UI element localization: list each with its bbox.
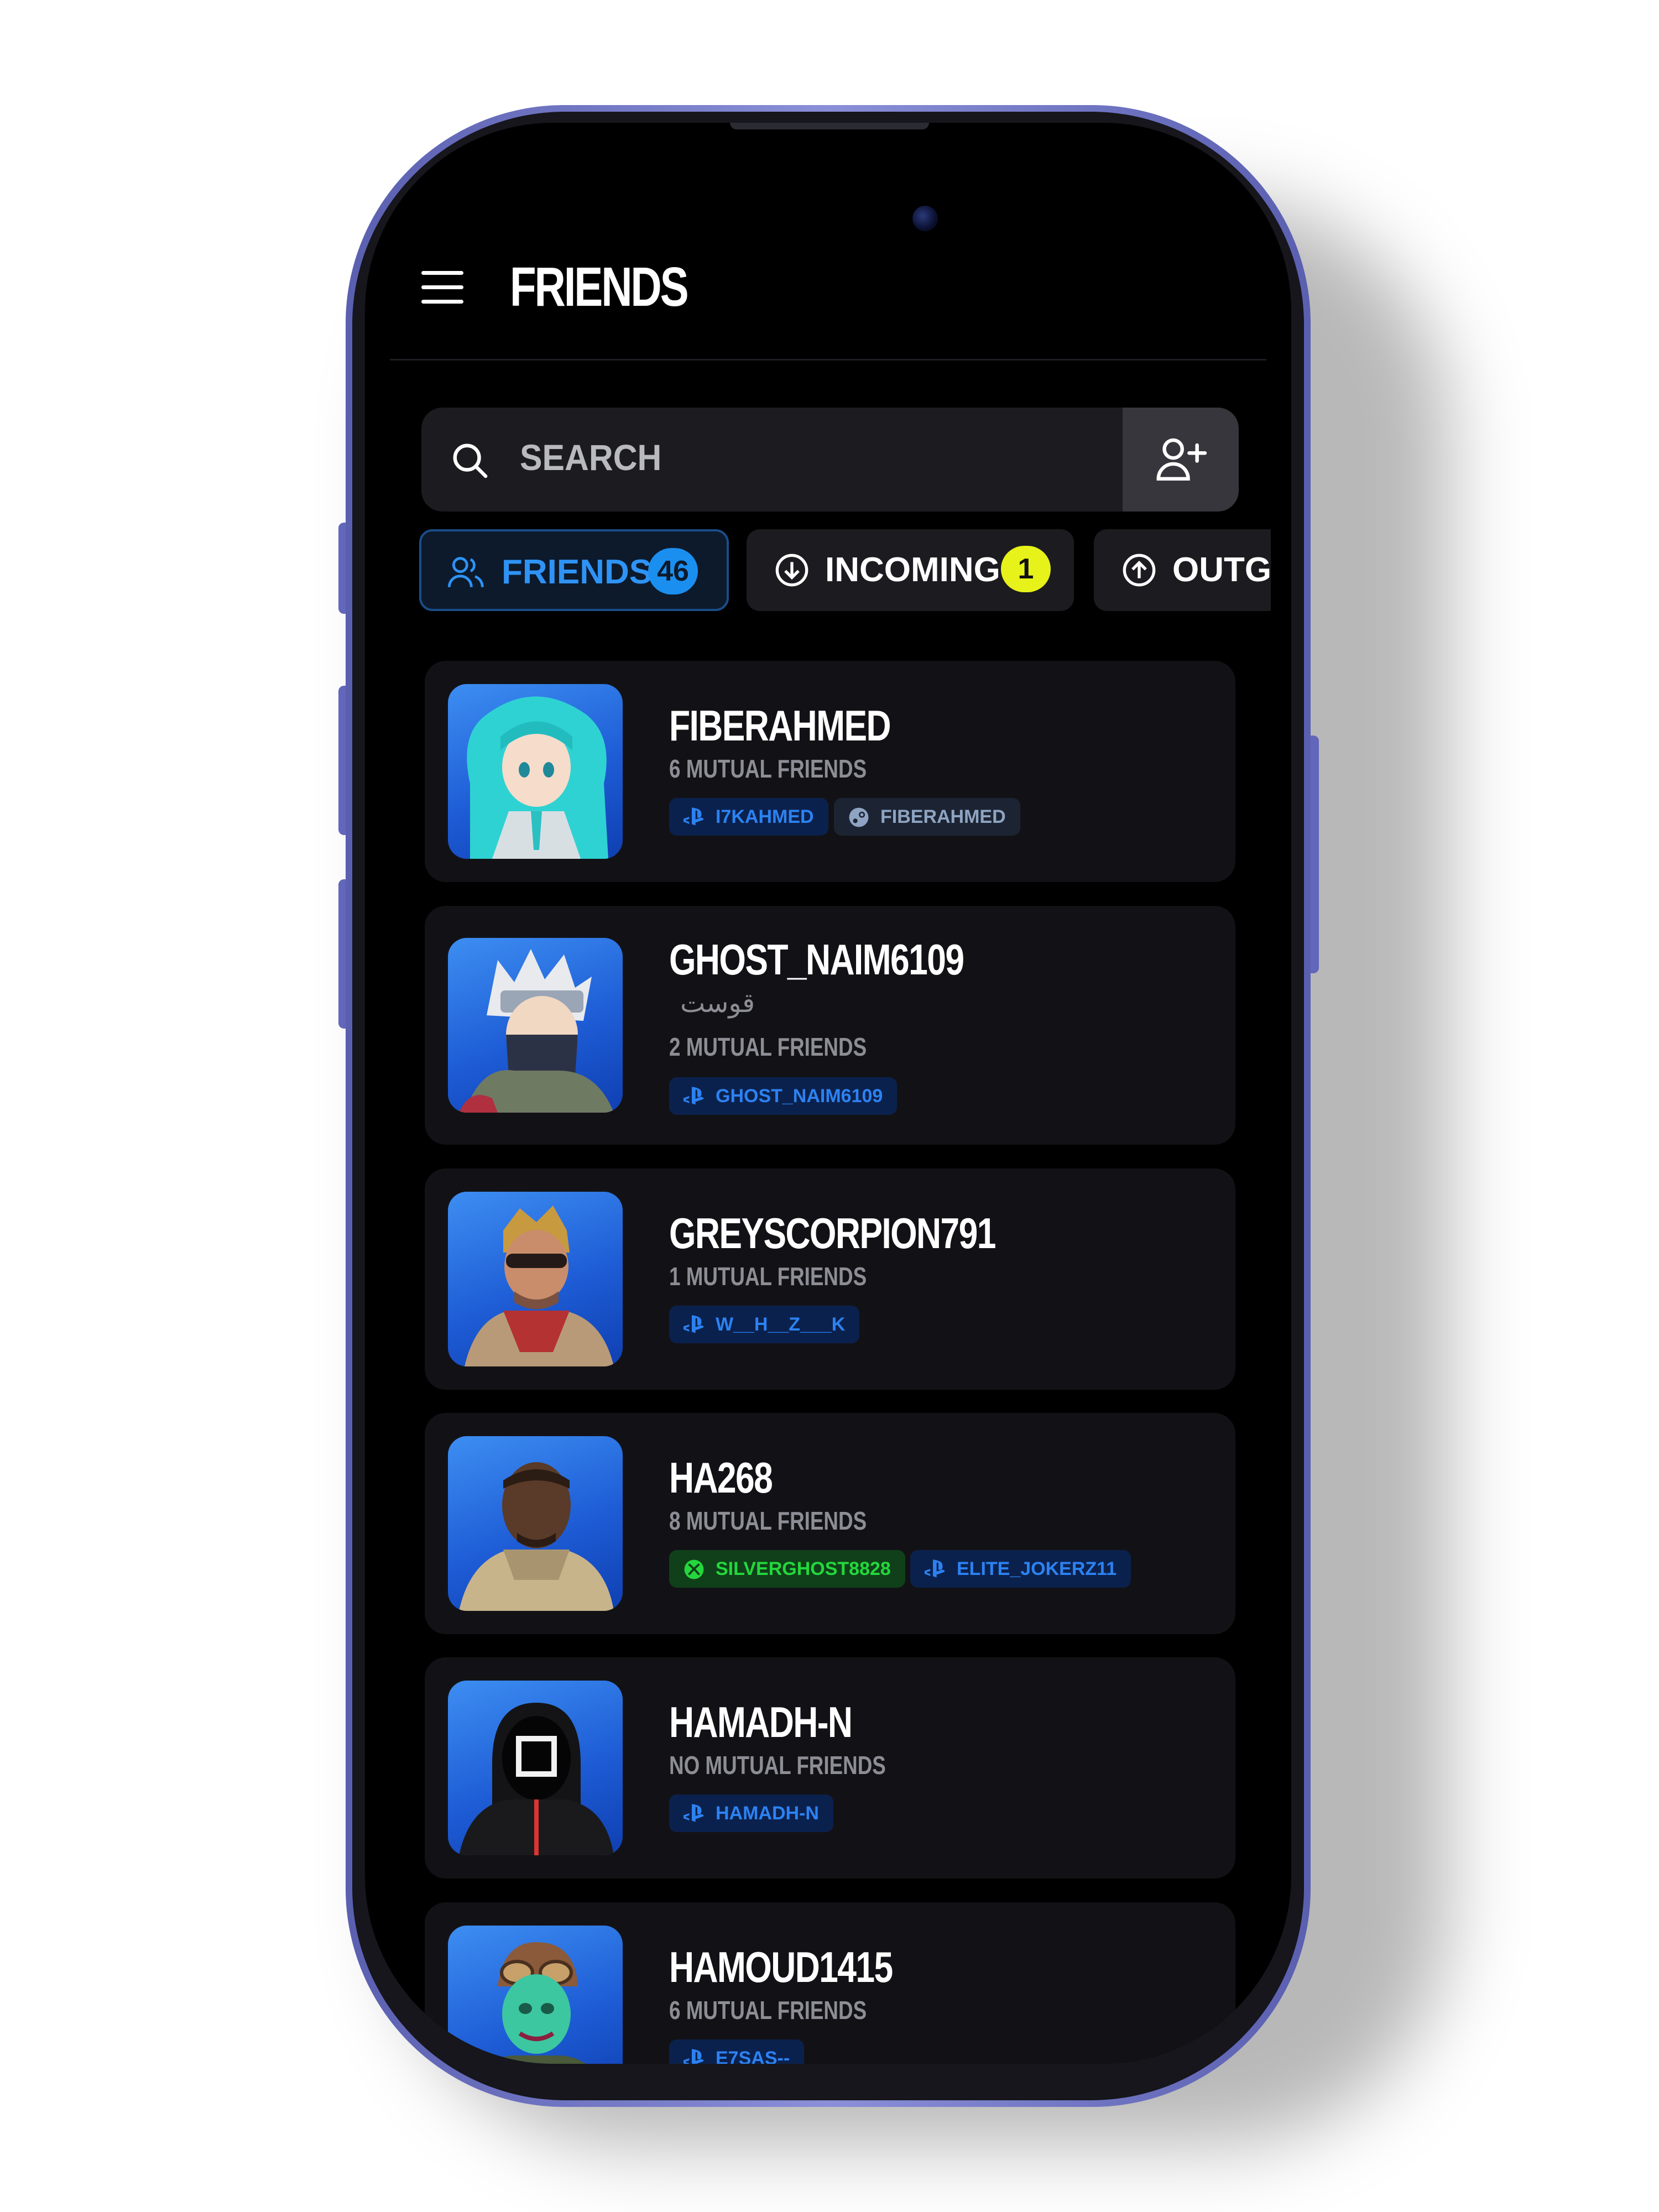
platform-handle: GHOST_NAIM6109 (716, 1086, 883, 1107)
playstation-icon (684, 2049, 704, 2064)
search-input[interactable]: SEARCH (520, 436, 661, 478)
friend-note: قوست (680, 988, 755, 1019)
mutual-friends: 6 MUTUAL FRIENDS (669, 1996, 867, 2025)
platform-chip-playstation: HAMADH-N (669, 1794, 833, 1832)
avatar (448, 938, 623, 1113)
friends-icon (447, 557, 484, 587)
platform-handle: I7KAHMED (716, 806, 814, 827)
friends-count-badge: 46 (648, 548, 698, 594)
friend-name: HAMOUD1415 (669, 1943, 893, 1991)
add-friend-icon (1156, 438, 1207, 481)
avatar (448, 1926, 623, 2064)
friend-name: HAMADH-N (669, 1698, 853, 1746)
search-icon (453, 444, 488, 478)
friend-name: GHOST_NAIM6109 (669, 935, 964, 984)
mutual-friends: NO MUTUAL FRIENDS (669, 1751, 886, 1780)
platform-chip-playstation: ELITE_JOKERZ11 (910, 1550, 1131, 1588)
playstation-icon (684, 1804, 704, 1822)
friend-card[interactable]: FIBERAHMED 6 MUTUAL FRIENDS I7KAHMED FIB… (425, 661, 1235, 882)
tab-friends-label: FRIENDS (502, 553, 653, 591)
avatar (448, 1192, 623, 1366)
friend-card[interactable]: GREYSCORPION791 1 MUTUAL FRIENDS W__H__Z… (425, 1168, 1235, 1390)
xbox-icon (684, 1559, 704, 1579)
friend-name: FIBERAHMED (669, 701, 891, 750)
platform-handle: E7SAS-- (716, 2048, 790, 2064)
friend-card[interactable]: HAMADH-N NO MUTUAL FRIENDS HAMADH-N (425, 1657, 1235, 1879)
tab-outgoing[interactable]: OUTGO (1094, 529, 1271, 611)
playstation-icon (684, 1315, 704, 1333)
platform-handle: HAMADH-N (716, 1803, 819, 1824)
hamburger-menu-icon[interactable] (421, 271, 463, 304)
tab-incoming-label: INCOMING (825, 551, 1000, 589)
playstation-icon (925, 1559, 945, 1578)
friend-card[interactable]: GHOST_NAIM6109 قوست 2 MUTUAL FRIENDS GHO… (425, 906, 1235, 1145)
platform-handle: FIBERAHMED (880, 806, 1006, 827)
platform-chip-playstation: W__H__Z___K (669, 1306, 860, 1343)
platform-chip-playstation: I7KAHMED (669, 798, 828, 836)
mutual-friends: 8 MUTUAL FRIENDS (669, 1506, 867, 1535)
platform-handle: W__H__Z___K (716, 1314, 846, 1335)
arrow-up-circle-icon (1123, 554, 1156, 587)
avatar (448, 1681, 623, 1855)
friend-card[interactable]: HAMOUD1415 6 MUTUAL FRIENDS E7SAS-- (425, 1902, 1235, 2064)
platform-handle: SILVERGHOST8828 (716, 1558, 891, 1579)
tab-incoming[interactable]: INCOMING 1 (747, 529, 1074, 611)
platform-chip-steam: FIBERAHMED (834, 798, 1020, 836)
platform-chip-xbox: SILVERGHOST8828 (669, 1550, 905, 1588)
friend-card[interactable]: HA268 8 MUTUAL FRIENDS SILVERGHOST8828 E… (425, 1413, 1235, 1634)
friend-name: HA268 (669, 1453, 773, 1502)
friend-name: GREYSCORPION791 (669, 1209, 996, 1258)
avatar (448, 684, 623, 859)
tab-outgoing-label: OUTGO (1172, 551, 1271, 589)
arrow-down-circle-icon (775, 554, 808, 587)
speaker-grille (730, 123, 929, 129)
app-screen: FRIENDS SEARCH FRIENDS 46 INCOMING 1 OUT… (365, 123, 1291, 2064)
search-bar[interactable]: SEARCH (421, 408, 1239, 512)
playstation-icon (684, 1087, 704, 1105)
steam-icon (849, 807, 869, 827)
add-friend-button[interactable] (1123, 408, 1239, 512)
page-title: FRIENDS (510, 256, 689, 318)
mutual-friends: 6 MUTUAL FRIENDS (669, 754, 867, 783)
front-camera (912, 206, 938, 231)
platform-chip-playstation: E7SAS-- (669, 2039, 805, 2064)
playstation-icon (684, 807, 704, 826)
avatar (448, 1436, 623, 1611)
header-divider (390, 359, 1266, 361)
tab-friends[interactable]: FRIENDS 46 (419, 529, 729, 611)
mutual-friends: 1 MUTUAL FRIENDS (669, 1262, 867, 1291)
platform-handle: ELITE_JOKERZ11 (957, 1558, 1117, 1579)
platform-chip-playstation: GHOST_NAIM6109 (669, 1077, 898, 1115)
mutual-friends: 2 MUTUAL FRIENDS (669, 1032, 867, 1061)
incoming-count-badge: 1 (1001, 546, 1051, 592)
